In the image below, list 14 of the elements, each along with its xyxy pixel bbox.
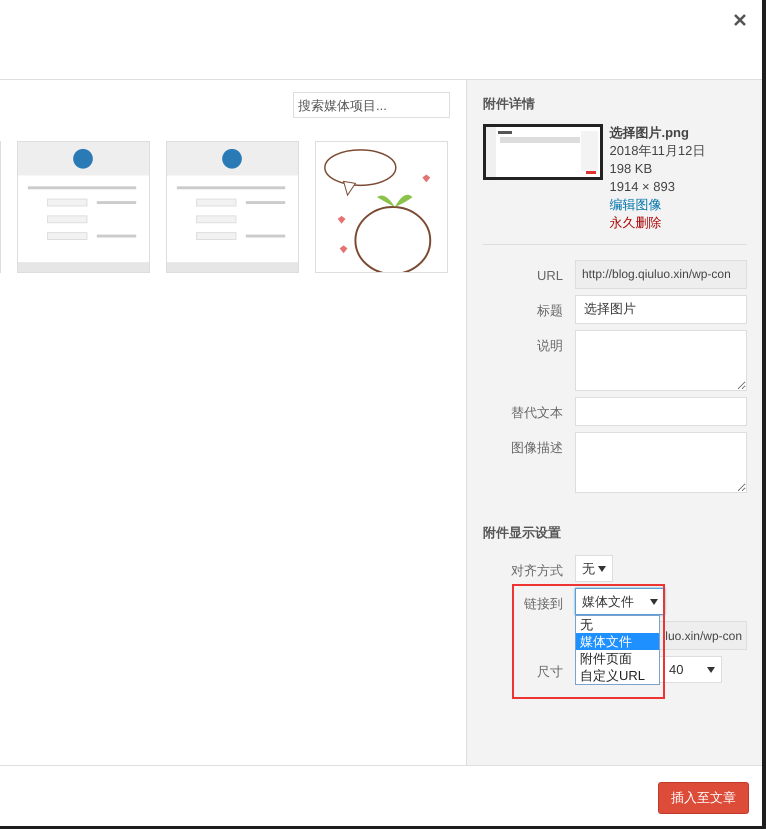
file-name: 选择图片.png (610, 124, 690, 142)
field-label: 对齐方式 (510, 562, 563, 580)
file-size: 198 KB (610, 160, 654, 178)
field-label: 替代文本 (510, 404, 563, 422)
field-label: 说明 (536, 336, 563, 354)
section-heading: 附件显示设置 (483, 524, 562, 542)
field-label: 尺寸 (536, 663, 563, 681)
field-label: 标题 (536, 302, 563, 320)
image-dimensions: 1914 × 893 (610, 178, 676, 196)
field-label: 图像描述 (510, 438, 563, 456)
field-label: URL (536, 266, 563, 284)
upload-date: 2018年11月12日 (610, 142, 706, 160)
section-heading: 附件详情 (483, 95, 536, 113)
field-label: 链接到 (523, 595, 563, 613)
